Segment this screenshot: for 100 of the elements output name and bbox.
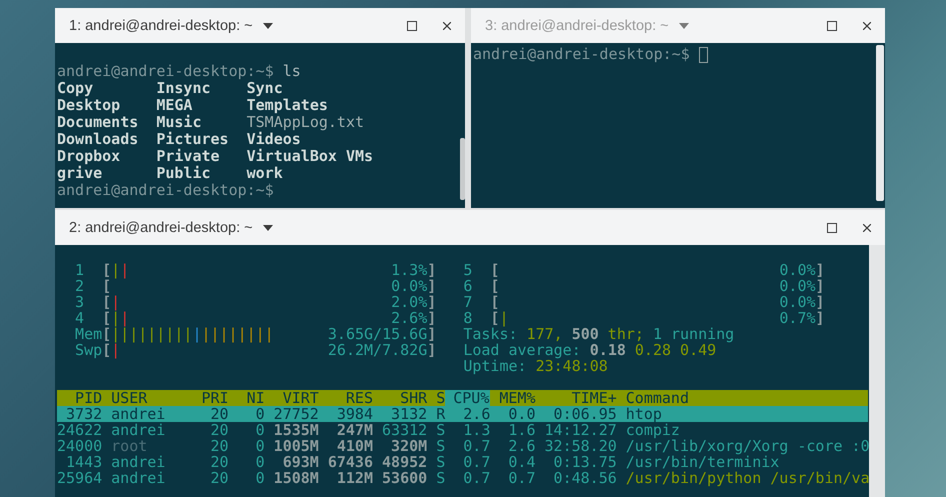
table-cell-text: 1.6: [507, 422, 536, 438]
meter-value: 0.0%: [779, 294, 816, 310]
system-summary: Load average: 0.18 0.28 0.49: [463, 342, 716, 358]
close-icon[interactable]: [443, 22, 451, 30]
table-cell: 24000: [57, 438, 102, 454]
meter-value: 0.0%: [779, 278, 816, 294]
meter-label: 1: [75, 262, 86, 278]
column-header[interactable]: CPU%: [445, 390, 490, 406]
column-header[interactable]: MEM%: [490, 390, 536, 406]
system-summary: Uptime: 23:48:08: [463, 358, 609, 374]
process-row[interactable]: 3732 andrei 20 0 27752 3984 3132 R 2.6 0.0 0:06.95 htop: [57, 406, 868, 422]
meter-bracket: [: [102, 294, 112, 310]
table-cell-text: 0:13.75: [552, 454, 617, 470]
meter-ticks: |||||||||: [111, 326, 192, 342]
process-row[interactable]: 1443 andrei 20 0 693M 67436 48952 S 0.7 0.4 0:13.75 /usr/bin/terminix: [57, 454, 868, 470]
table-cell-text: 1508M: [272, 470, 319, 486]
caret-icon[interactable]: [262, 224, 273, 230]
table-cell-text: S: [435, 438, 446, 454]
meter-ticks: |: [111, 262, 120, 278]
file-name: TSMAppLog.txt: [246, 114, 366, 131]
meter-bracket: ]: [427, 278, 436, 294]
column-header[interactable]: RES: [318, 390, 373, 406]
table-cell-text: 1535M: [272, 422, 319, 438]
column-header[interactable]: PID: [57, 390, 102, 406]
meter-ticks: ||||||||: [201, 326, 274, 342]
file-name: Downloads: [57, 131, 140, 148]
table-cell-text: 693M: [282, 454, 319, 470]
column-header[interactable]: Command: [616, 390, 868, 406]
column-header[interactable]: S: [427, 390, 446, 406]
table-cell-text: 20: [209, 406, 229, 422]
pane-title[interactable]: 1: andrei@andrei-desktop: ~: [69, 18, 253, 34]
table-cell-text: andrei: [110, 422, 166, 438]
table-cell-text: /usr/lib/xorg/Xorg -core :0: [624, 438, 870, 454]
meter-value: 2.0%: [391, 294, 428, 310]
meter-value: 0.0%: [391, 278, 428, 294]
table-cell: 25964: [57, 470, 102, 486]
file-name: Copy: [57, 80, 94, 97]
table-cell-text: /usr/bin/python /usr/bin/va: [624, 470, 870, 486]
meter-value: 0.7%: [779, 310, 816, 326]
table-cell-text: R: [435, 406, 446, 422]
meter-ticks: |: [111, 294, 120, 310]
table-cell-text: 2.6: [462, 406, 490, 422]
close-icon[interactable]: [863, 22, 871, 30]
meter-value: 1.3%: [391, 262, 428, 278]
scrollbar[interactable]: [869, 245, 885, 497]
file-name: MEGA: [156, 97, 192, 114]
column-header[interactable]: NI: [228, 390, 265, 406]
process-row[interactable]: 25964 andrei 20 0 1508M 112M 53600 S 0.7 0.7 0:48.56 /usr/bin/python /usr/bin/va: [57, 470, 868, 486]
meter-label: 4: [75, 310, 86, 326]
close-icon[interactable]: [863, 224, 871, 232]
table-cell-text: 20: [209, 470, 229, 486]
meter-label: 7: [463, 294, 474, 310]
table-cell-text: 112M: [336, 470, 373, 486]
table-cell-text: 0.7: [462, 454, 490, 470]
meter-bracket: [: [490, 310, 500, 326]
table-cell-text: 0:48.56: [552, 470, 617, 486]
file-name: Music: [156, 114, 202, 131]
caret-icon[interactable]: [262, 22, 273, 28]
table-cell-text: 0.7: [462, 470, 490, 486]
table-cell-text: 14:12.27: [544, 422, 617, 438]
maximize-icon[interactable]: [827, 222, 837, 232]
meter-bracket: [: [102, 326, 112, 342]
meter-label: 2: [75, 278, 86, 294]
table-cell-text: andrei: [110, 470, 166, 486]
column-header[interactable]: SHR: [373, 390, 428, 406]
meter-bracket: ]: [427, 294, 436, 310]
meter-label: Mem: [75, 326, 102, 342]
table-cell-text: 32:58.20: [544, 438, 617, 454]
table-cell-text: 0.4: [507, 454, 536, 470]
pane-title[interactable]: 3: andrei@andrei-desktop: ~: [485, 18, 669, 34]
meter-bracket: ]: [816, 262, 825, 278]
table-cell-text: 3984: [336, 406, 373, 422]
meter-bracket: ]: [816, 294, 825, 310]
file-name: Templates: [246, 97, 329, 114]
table-cell-text: 2.6: [507, 438, 536, 454]
process-row[interactable]: 24000 root 20 0 1005M 410M 320M S 0.7 2.6 32:58.20 /usr/lib/xorg/Xorg -core :0: [57, 438, 868, 454]
meter-bracket: [: [102, 310, 112, 326]
table-cell-text: 1005M: [272, 438, 319, 454]
scrollbar[interactable]: [460, 138, 465, 200]
table-cell-text: 1443: [65, 454, 102, 470]
meter-label: 5: [463, 262, 474, 278]
table-cell-text: 0: [254, 422, 265, 438]
table-cell-text: 0: [254, 470, 265, 486]
column-header[interactable]: TIME+: [536, 390, 617, 406]
table-cell-text: 20: [209, 454, 229, 470]
file-name: work: [246, 165, 284, 182]
column-header[interactable]: USER: [102, 390, 192, 406]
maximize-icon[interactable]: [407, 20, 417, 30]
meter-bracket: ]: [427, 342, 436, 358]
pane-title[interactable]: 2: andrei@andrei-desktop: ~: [69, 220, 253, 236]
meter-bracket: [: [102, 262, 112, 278]
column-header[interactable]: VIRT: [264, 390, 319, 406]
meter-ticks: |: [120, 262, 130, 278]
meter-bracket: [: [102, 278, 112, 294]
table-cell-text: 320M: [390, 438, 428, 454]
scrollbar[interactable]: [876, 45, 884, 201]
maximize-icon[interactable]: [827, 20, 837, 30]
file-name: VirtualBox VMs: [246, 148, 374, 165]
column-header[interactable]: PRI: [192, 390, 229, 406]
process-row[interactable]: 24622 andrei 20 0 1535M 247M 63312 S 1.3 1.6 14:12.27 compiz: [57, 422, 868, 438]
